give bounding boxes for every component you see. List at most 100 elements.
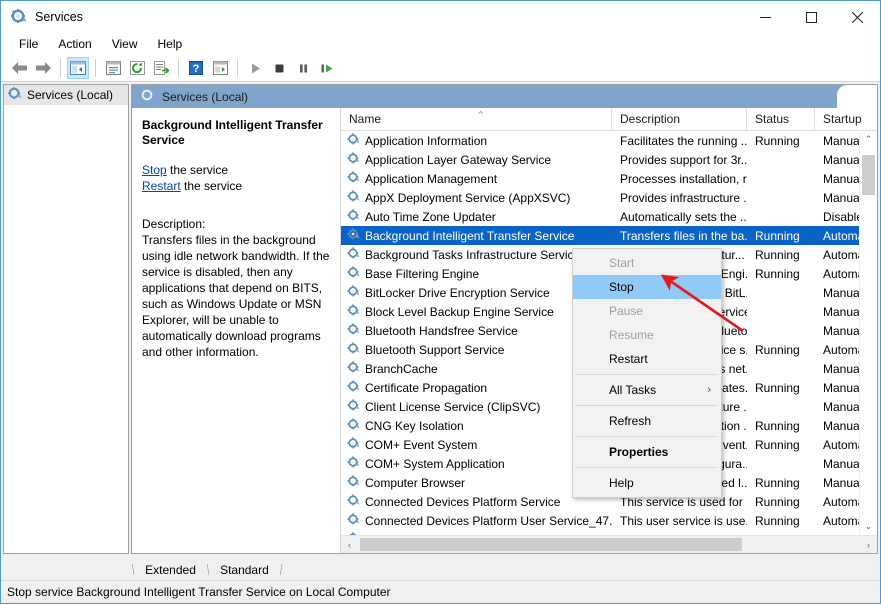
- service-name-label: BranchCache: [365, 361, 438, 376]
- menu-help[interactable]: Help: [148, 35, 193, 53]
- table-row[interactable]: AppX Deployment Service (AppXSVC) Provide…: [341, 188, 877, 207]
- table-row[interactable]: Application Layer Gateway Service Provide…: [341, 150, 877, 169]
- service-name-label: Application Layer Gateway Service: [365, 152, 552, 167]
- scroll-up-button[interactable]: ⌃: [860, 131, 877, 148]
- show-hide-console-tree-icon[interactable]: [67, 57, 89, 79]
- table-row[interactable]: Application Information Facilitates the r…: [341, 131, 877, 150]
- start-service-icon[interactable]: [244, 57, 266, 79]
- properties-icon[interactable]: [102, 57, 124, 79]
- restart-service-icon[interactable]: [316, 57, 338, 79]
- stop-service-icon[interactable]: [268, 57, 290, 79]
- context-menu-item-refresh[interactable]: Refresh: [573, 409, 721, 433]
- services-gear-icon: [347, 208, 360, 225]
- stop-service-link[interactable]: Stop: [142, 163, 167, 177]
- column-header-startup[interactable]: Startup: [815, 108, 877, 130]
- restart-service-link[interactable]: Restart: [142, 179, 181, 193]
- services-gear-icon: [347, 379, 360, 396]
- submenu-arrow-icon: ›: [707, 384, 711, 396]
- scroll-down-button[interactable]: ⌄: [860, 518, 877, 535]
- cell-status: Running: [755, 513, 800, 528]
- context-menu-separator: [575, 467, 717, 468]
- vertical-scroll-thumb[interactable]: [862, 155, 875, 195]
- context-menu-item-help[interactable]: Help: [573, 471, 721, 495]
- vertical-scrollbar[interactable]: ⌃ ⌄: [859, 131, 877, 535]
- context-menu-item-properties[interactable]: Properties: [573, 440, 721, 464]
- tab-separator: /: [279, 561, 283, 579]
- column-header-status[interactable]: Status: [747, 108, 815, 130]
- minimize-button[interactable]: [742, 1, 788, 33]
- services-gear-icon: [347, 512, 360, 529]
- cell-status: Running: [755, 380, 800, 395]
- column-header-name[interactable]: Name ⌃: [341, 108, 612, 130]
- services-gear-icon: [347, 151, 360, 168]
- status-bar-text: Stop service Background Intelligent Tran…: [7, 585, 391, 599]
- services-gear-icon: [140, 88, 154, 105]
- pause-service-icon[interactable]: [292, 57, 314, 79]
- service-name-label: Bluetooth Support Service: [365, 342, 505, 357]
- context-menu-item-all-tasks[interactable]: All Tasks ›: [573, 378, 721, 402]
- services-gear-icon: [347, 398, 360, 415]
- tab-strip: \ Extended \ Standard /: [131, 560, 283, 580]
- back-icon[interactable]: [8, 57, 30, 79]
- context-menu-item-pause: Pause: [573, 299, 721, 323]
- column-header-startup-label: Startup: [823, 112, 862, 126]
- context-menu-item-restart[interactable]: Restart: [573, 347, 721, 371]
- horizontal-scrollbar[interactable]: ‹ ›: [341, 535, 877, 553]
- service-details-panel: Background Intelligent Transfer Service …: [132, 108, 341, 553]
- forward-icon[interactable]: [32, 57, 54, 79]
- tree-item-services-local[interactable]: Services (Local): [4, 85, 128, 105]
- service-name-label: Computer Browser: [365, 475, 466, 490]
- services-gear-icon: [347, 132, 360, 149]
- maximize-button[interactable]: [788, 1, 834, 33]
- tab-extended[interactable]: Extended: [135, 561, 206, 579]
- services-gear-icon: [347, 417, 360, 434]
- service-name-label: Base Filtering Engine: [365, 266, 480, 281]
- cell-description: This user service is use...: [620, 513, 747, 528]
- stop-service-rest: the service: [166, 163, 229, 177]
- refresh-icon[interactable]: [126, 57, 148, 79]
- cell-description: Facilitates the running ...: [620, 133, 747, 148]
- cell-status: Running: [755, 437, 800, 452]
- service-name-label: Client License Service (ClipSVC): [365, 399, 541, 414]
- toolbar: ?: [1, 55, 880, 82]
- table-row[interactable]: Auto Time Zone Updater Automatically sets…: [341, 207, 877, 226]
- context-menu-item-start: Start: [573, 251, 721, 275]
- menu-file[interactable]: File: [9, 35, 48, 53]
- selected-service-title: Background Intelligent Transfer Service: [142, 118, 323, 147]
- window-title: Services: [35, 10, 83, 24]
- status-bar: Stop service Background Intelligent Tran…: [1, 580, 880, 603]
- services-gear-icon: [347, 189, 360, 206]
- tab-standard[interactable]: Standard: [210, 561, 279, 579]
- export-list-icon[interactable]: [150, 57, 172, 79]
- horizontal-scroll-thumb[interactable]: [360, 538, 742, 551]
- help-icon[interactable]: ?: [185, 57, 207, 79]
- scroll-right-button[interactable]: ›: [860, 536, 877, 553]
- cell-service-name: Application Management: [341, 170, 612, 187]
- cell-status: Running: [755, 494, 800, 509]
- cell-service-name: AppX Deployment Service (AppXSVC): [341, 189, 612, 206]
- context-menu-item-stop[interactable]: Stop: [573, 275, 721, 299]
- service-name-label: Connected Devices Platform Service: [365, 494, 561, 509]
- menu-view[interactable]: View: [102, 35, 148, 53]
- cell-description: Transfers files in the ba...: [620, 228, 747, 243]
- horizontal-scroll-track[interactable]: [358, 536, 860, 553]
- scroll-left-button[interactable]: ‹: [341, 536, 358, 553]
- console-tree-pane: Services (Local): [3, 84, 129, 554]
- table-row[interactable]: Background Intelligent Transfer Service T…: [341, 226, 877, 245]
- show-hide-action-pane-icon[interactable]: [209, 57, 231, 79]
- service-name-label: Background Intelligent Transfer Service: [365, 228, 575, 243]
- context-menu-item-label: All Tasks: [609, 383, 657, 397]
- context-menu-item-label: Stop: [609, 280, 634, 294]
- service-name-label: Auto Time Zone Updater: [365, 209, 496, 224]
- services-gear-icon: [347, 170, 360, 187]
- description-text: Transfers files in the background using …: [142, 233, 330, 359]
- window-controls: [742, 1, 880, 33]
- services-gear-icon: [347, 493, 360, 510]
- close-button[interactable]: [834, 1, 880, 33]
- context-menu-item-label: Resume: [609, 328, 654, 342]
- table-row[interactable]: Connected Devices Platform User Service_…: [341, 511, 877, 530]
- column-header-description[interactable]: Description: [612, 108, 747, 130]
- context-menu-separator: [575, 374, 717, 375]
- menu-action[interactable]: Action: [48, 35, 101, 53]
- table-row[interactable]: Application Management Processes installa…: [341, 169, 877, 188]
